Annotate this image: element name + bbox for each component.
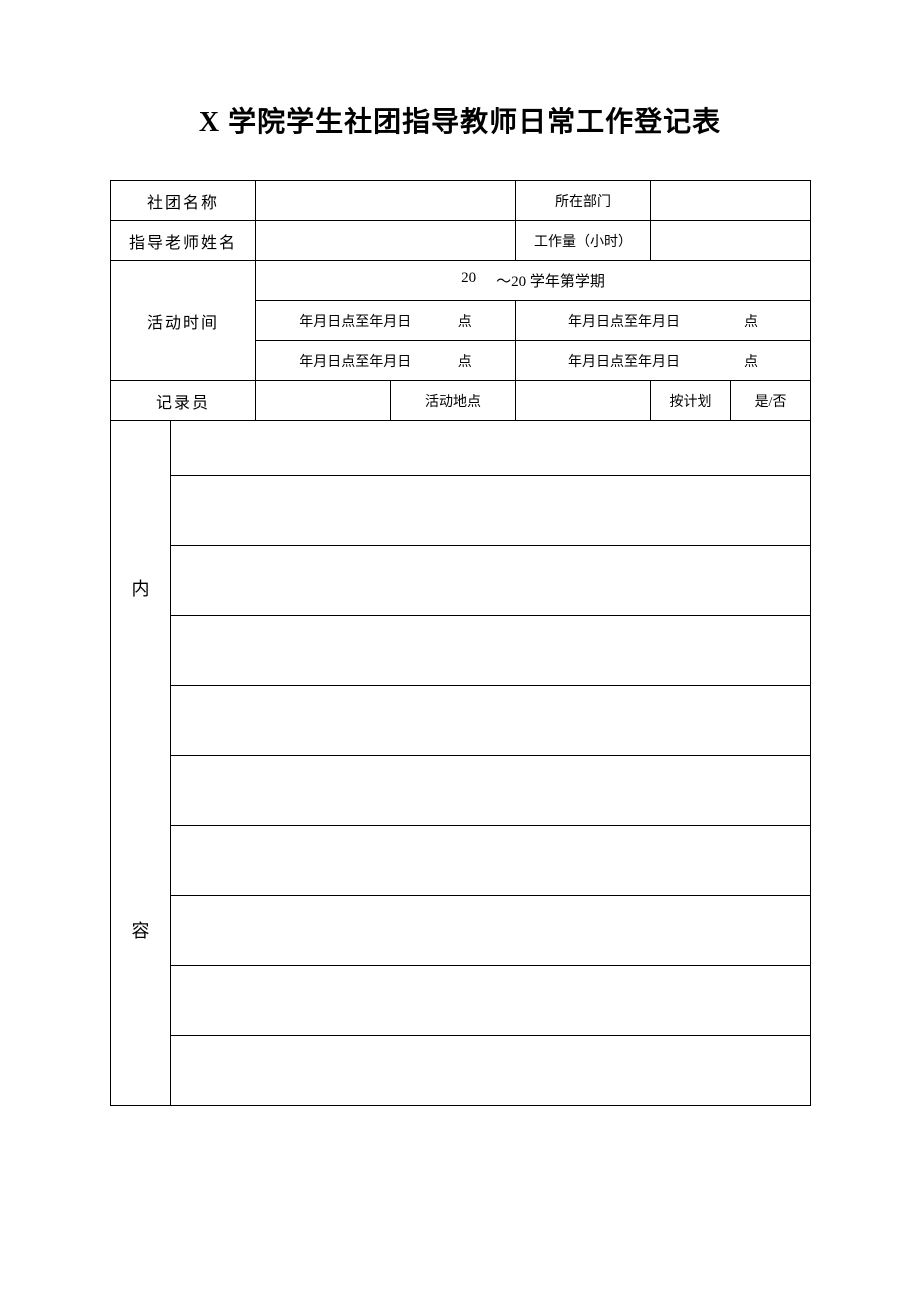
- time-dian: 点: [458, 311, 472, 331]
- time-range-2[interactable]: 年月日点至年月日 点: [516, 301, 811, 341]
- teacher-name-label: 指导老师姓名: [111, 221, 256, 261]
- content-row[interactable]: [171, 1036, 811, 1106]
- department-value[interactable]: [651, 181, 811, 221]
- content-row[interactable]: [171, 546, 811, 616]
- club-name-label: 社团名称: [111, 181, 256, 221]
- activity-place-value[interactable]: [516, 381, 651, 421]
- content-row[interactable]: [171, 756, 811, 826]
- club-name-value[interactable]: [256, 181, 516, 221]
- time-range-text: 年月日点至年月日: [299, 351, 411, 371]
- department-label: 所在部门: [516, 181, 651, 221]
- time-dian: 点: [458, 351, 472, 371]
- content-label-bottom: 容: [111, 756, 171, 1106]
- content-row[interactable]: [171, 616, 811, 686]
- recorder-value[interactable]: [256, 381, 391, 421]
- time-dian: 点: [744, 351, 758, 371]
- workload-label: 工作量（小时）: [516, 221, 651, 261]
- time-dian: 点: [744, 311, 758, 331]
- content-label-top: 内: [111, 421, 171, 756]
- activity-place-label: 活动地点: [391, 381, 516, 421]
- teacher-name-value[interactable]: [256, 221, 516, 261]
- content-row[interactable]: [171, 826, 811, 896]
- time-range-text: 年月日点至年月日: [299, 311, 411, 331]
- time-range-text: 年月日点至年月日: [568, 311, 680, 331]
- workload-value[interactable]: [651, 221, 811, 261]
- content-row[interactable]: [171, 966, 811, 1036]
- yes-no-value[interactable]: 是/否: [731, 381, 811, 421]
- form-table: 社团名称 所在部门 指导老师姓名 工作量（小时） 活动时间 20 ～20 学年第…: [110, 180, 811, 1106]
- time-range-4[interactable]: 年月日点至年月日 点: [516, 341, 811, 381]
- time-range-1[interactable]: 年月日点至年月日 点: [256, 301, 516, 341]
- as-planned-label: 按计划: [651, 381, 731, 421]
- recorder-label: 记录员: [111, 381, 256, 421]
- time-range-text: 年月日点至年月日: [568, 351, 680, 371]
- time-range-3[interactable]: 年月日点至年月日 点: [256, 341, 516, 381]
- semester-row[interactable]: 20 ～20 学年第学期: [256, 261, 811, 301]
- content-row[interactable]: [171, 421, 811, 476]
- activity-time-label: 活动时间: [111, 261, 256, 381]
- semester-prefix: 20: [461, 270, 476, 291]
- content-row[interactable]: [171, 476, 811, 546]
- content-row[interactable]: [171, 896, 811, 966]
- semester-suffix: ～20 学年第学期: [496, 270, 605, 291]
- page-title: X 学院学生社团指导教师日常工作登记表: [110, 100, 810, 140]
- content-row[interactable]: [171, 686, 811, 756]
